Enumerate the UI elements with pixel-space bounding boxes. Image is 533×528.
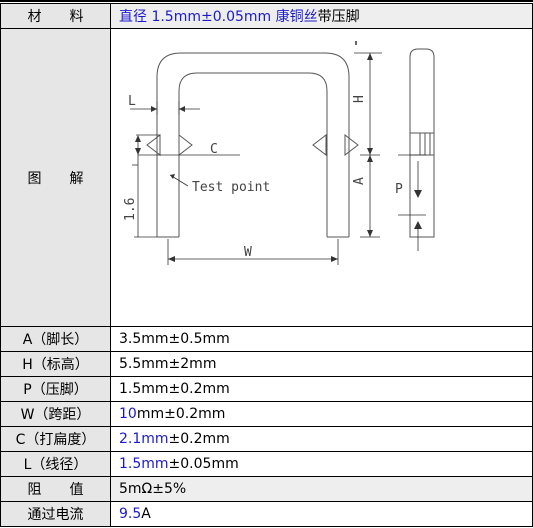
spec-row-c: C（打扁度） 2.1mm±0.2mm xyxy=(0,426,533,452)
resistance-row: 阻 值 5mΩ±5% xyxy=(0,476,533,502)
top-mark-text: ^^^^^ xyxy=(308,41,344,42)
material-row: 材 料 直径 1.5mm±0.05mm 康铜丝带压脚 xyxy=(0,3,533,29)
material-label: 材 料 xyxy=(0,3,111,29)
spec-l-value: 1.5mm±0.05mm xyxy=(110,451,533,477)
dim-h-label: H xyxy=(352,95,367,103)
drawing-background xyxy=(120,41,438,267)
spec-w-value: 10mm±0.2mm xyxy=(110,401,533,427)
spec-row-p: P（压脚） 1.5mm±0.2mm xyxy=(0,376,533,402)
spec-p-label: P（压脚） xyxy=(0,376,111,402)
spec-a-main: 3.5mm±0.5mm xyxy=(119,331,230,347)
spec-c-label: C（打扁度） xyxy=(0,426,111,452)
current-number: 9.5 xyxy=(119,506,142,522)
spec-h-label: H（标高） xyxy=(0,351,111,377)
resistance-value: 5mΩ±5% xyxy=(110,476,533,502)
spec-h-main: 5.5mm±2mm xyxy=(119,356,217,372)
spec-h-value: 5.5mm±2mm xyxy=(110,351,533,377)
test-point-label: Test point xyxy=(192,180,270,195)
spec-row-w: W（跨距） 10mm±0.2mm xyxy=(0,401,533,427)
spec-c-number: 2.1mm xyxy=(119,431,169,447)
dim-16-label: 1.6 xyxy=(123,198,138,221)
spec-row-h: H（标高） 5.5mm±2mm xyxy=(0,351,533,377)
dim-a-label: A xyxy=(352,177,367,185)
spec-row-l: L（线径） 1.5mm±0.05mm xyxy=(0,451,533,477)
material-spec: 直径 1.5mm±0.05mm 康铜丝 xyxy=(119,9,318,25)
spec-a-label: A（脚长） xyxy=(0,326,111,352)
spec-p-main: 1.5mm±0.2mm xyxy=(119,381,230,397)
diagram-label: 图 解 xyxy=(0,28,111,327)
spec-w-number: 10 xyxy=(119,406,137,422)
dim-w-label: W xyxy=(244,245,252,260)
shunt-drawing: ^^^^^ L C Test point W P H A 1.6 xyxy=(120,41,438,267)
current-unit: A xyxy=(141,506,151,522)
material-suffix: 带压脚 xyxy=(317,9,360,25)
dim-c-label: C xyxy=(210,142,218,157)
diagram-cell: ^^^^^ L C Test point W P H A 1.6 xyxy=(110,28,533,327)
spec-c-rest: ±0.2mm xyxy=(168,431,230,447)
spec-w-rest: mm±0.2mm xyxy=(136,406,226,422)
current-label: 通过电流 xyxy=(0,501,111,527)
spec-table: 材 料 直径 1.5mm±0.05mm 康铜丝带压脚 图 解 L C Test … xyxy=(0,3,533,527)
spec-l-label: L（线径） xyxy=(0,451,111,477)
spec-c-value: 2.1mm±0.2mm xyxy=(110,426,533,452)
spec-p-value: 1.5mm±0.2mm xyxy=(110,376,533,402)
spec-l-number: 1.5mm xyxy=(119,456,169,472)
spec-w-label: W（跨距） xyxy=(0,401,111,427)
spec-l-rest: ±0.05mm xyxy=(168,456,239,472)
diagram-row: 图 解 L C Test point W P H A 1.6 xyxy=(0,28,533,327)
dim-l-label: L xyxy=(128,94,136,109)
current-value: 9.5A xyxy=(110,501,533,527)
current-row: 通过电流 9.5A xyxy=(0,501,533,527)
top-border-line xyxy=(0,0,533,2)
spec-a-value: 3.5mm±0.5mm xyxy=(110,326,533,352)
resistance-label: 阻 值 xyxy=(0,476,111,502)
material-value: 直径 1.5mm±0.05mm 康铜丝带压脚 xyxy=(110,3,533,29)
dim-p-label: P xyxy=(395,182,403,197)
diagram-figure: ^^^^^ L C Test point W P H A 1.6 xyxy=(111,29,532,326)
spec-row-a: A（脚长） 3.5mm±0.5mm xyxy=(0,326,533,352)
